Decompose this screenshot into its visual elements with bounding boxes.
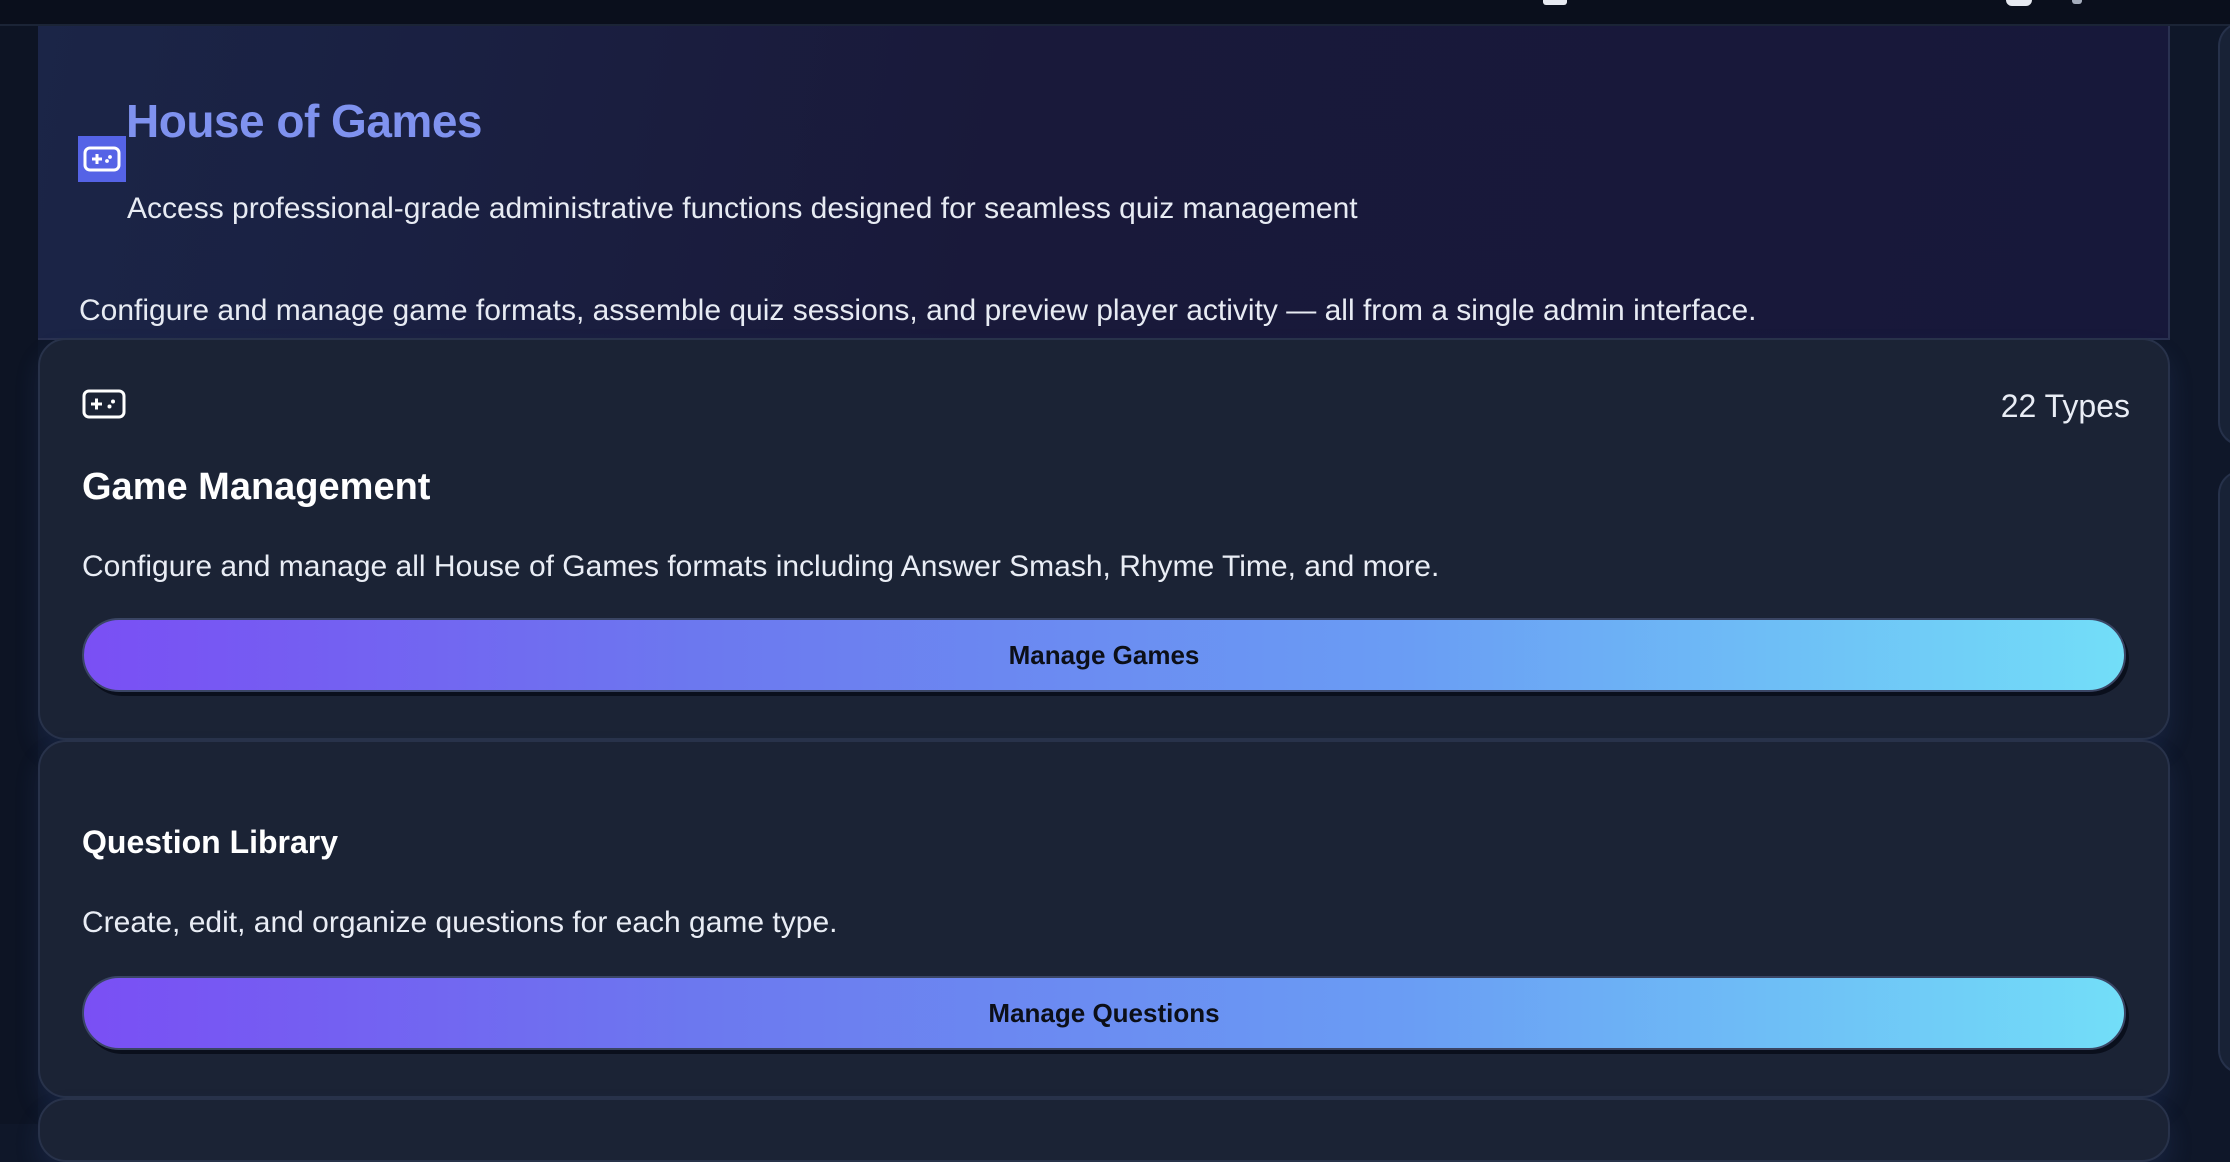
gamepad-icon [78, 136, 126, 182]
hero-subtitle: Access professional-grade administrative… [127, 192, 1358, 225]
manage-games-button[interactable]: Manage Games [82, 618, 2126, 692]
card-description: Create, edit, and organize questions for… [82, 906, 838, 939]
adjacent-card [2218, 22, 2230, 446]
card-title: Question Library [82, 824, 339, 860]
hero-description: Configure and manage game formats, assem… [79, 294, 1757, 327]
next-card [38, 1098, 2170, 1162]
chevron-down-icon[interactable] [2072, 0, 2082, 4]
card-title: Game Management [82, 466, 431, 508]
card-description: Configure and manage all House of Games … [82, 550, 1440, 583]
adjacent-card [2218, 470, 2230, 1074]
top-bar [0, 0, 2230, 26]
page-title: House of Games [126, 95, 483, 147]
topbar-icon[interactable] [1543, 0, 1567, 5]
gamepad-icon [82, 388, 126, 420]
manage-questions-button[interactable]: Manage Questions [82, 976, 2126, 1050]
user-avatar-icon[interactable] [2006, 0, 2032, 6]
hero-banner: House of Games Access professional-grade… [38, 26, 2170, 340]
left-gutter [0, 26, 38, 1124]
question-library-card: Question Library Create, edit, and organ… [38, 740, 2170, 1098]
game-types-count: 22 Types [2000, 388, 2130, 424]
game-management-card: 22 Types Game Management Configure and m… [38, 338, 2170, 740]
